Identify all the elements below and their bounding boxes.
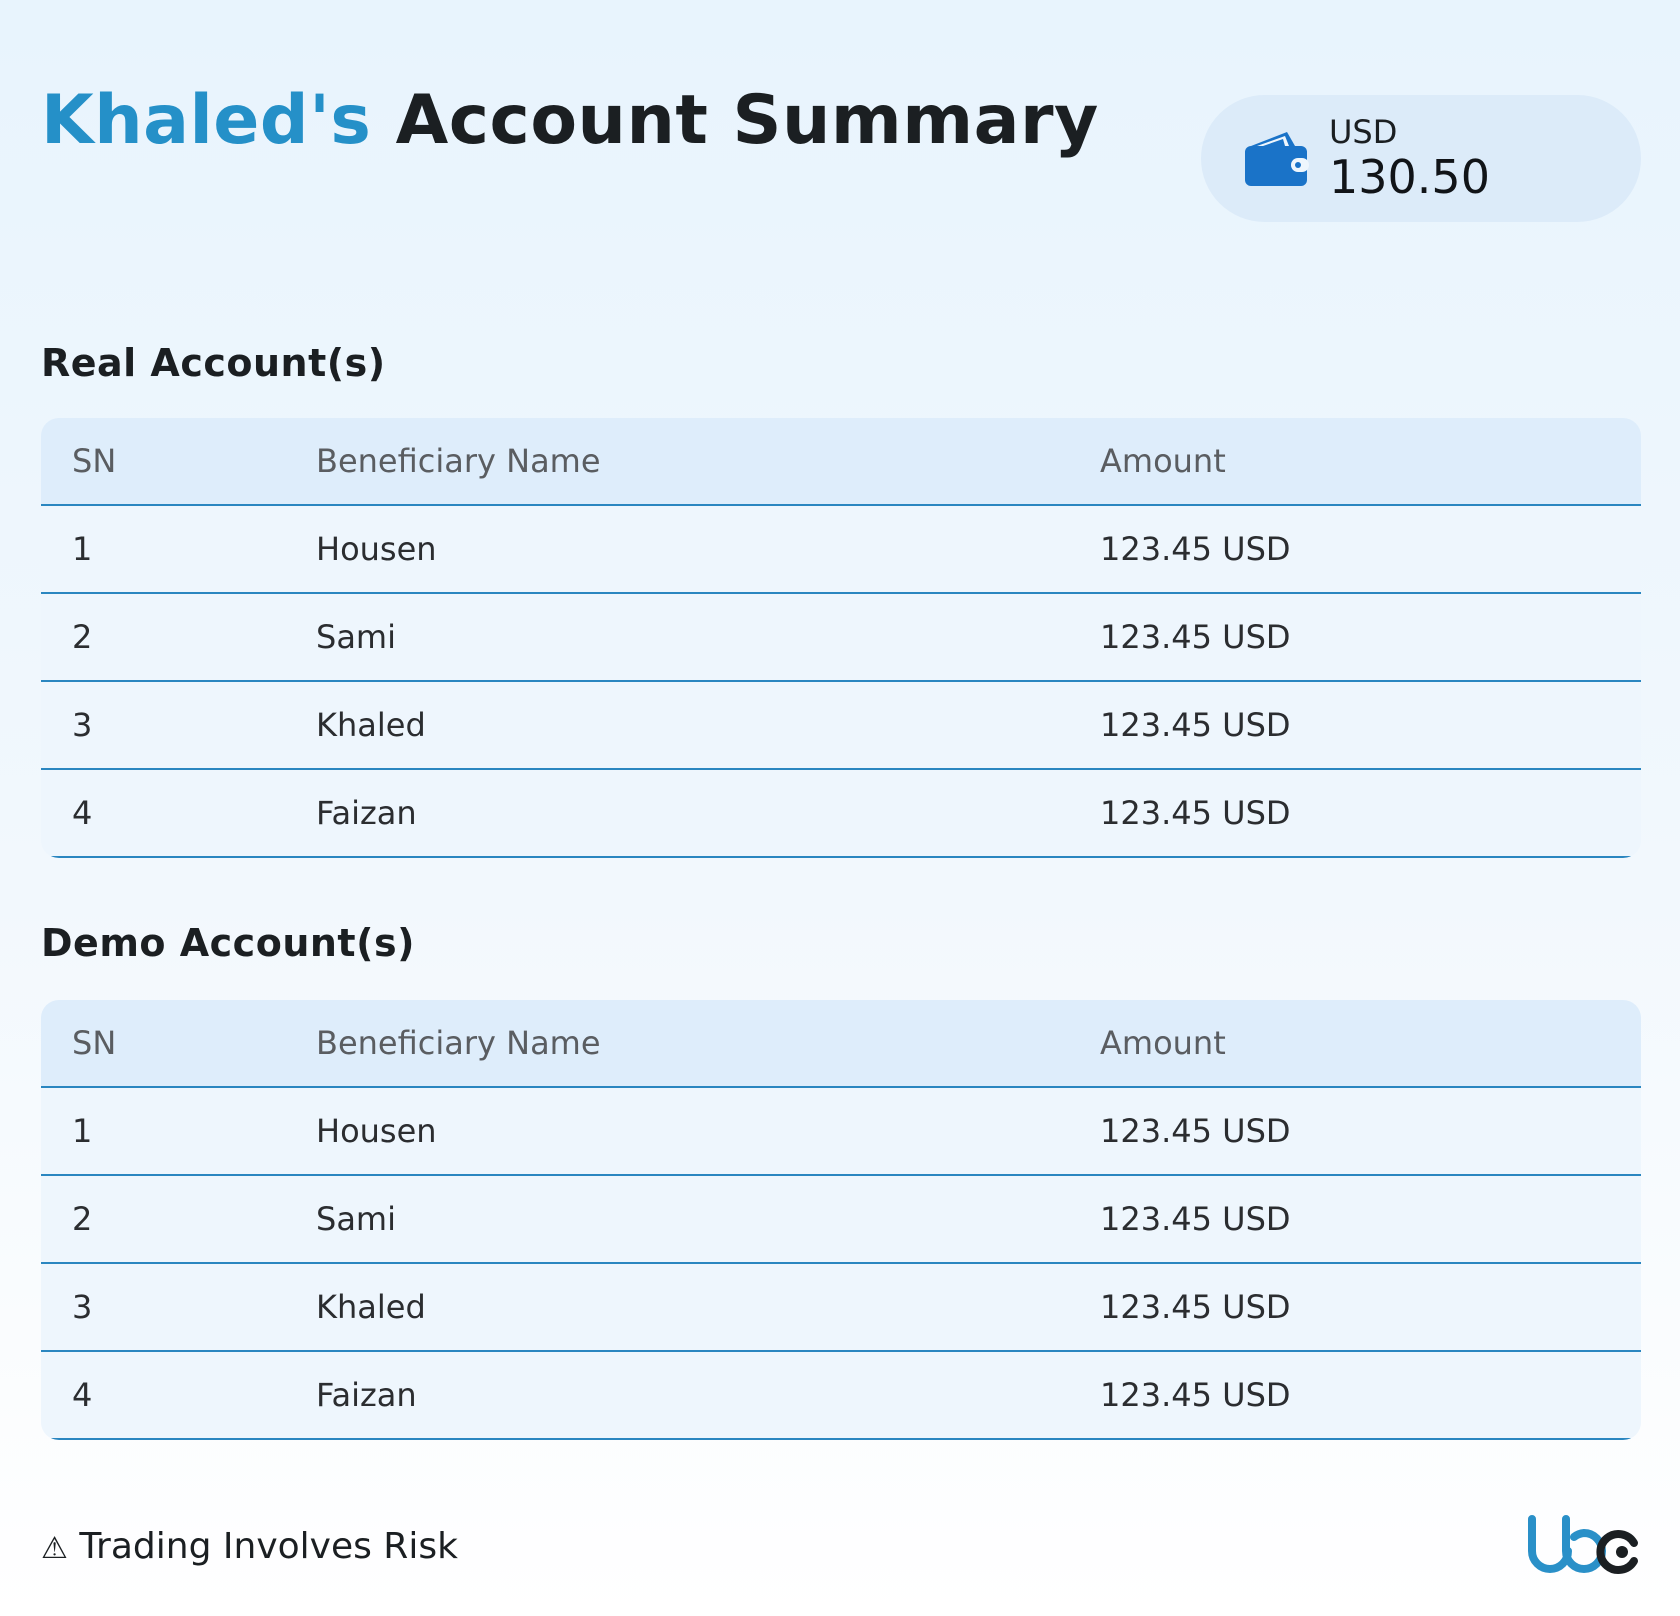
column-header-sn: SN [72,442,117,480]
risk-disclaimer: ⚠ Trading Involves Risk [41,1525,458,1571]
column-header-beneficiary-name: Beneficiary Name [316,442,601,480]
row-sn: 4 [72,1376,93,1414]
row-sn: 1 [72,530,93,568]
column-header-amount: Amount [1100,442,1226,480]
balance-badge: USD 130.50 [1201,95,1641,222]
warning-icon: ⚠ [41,1531,68,1566]
title-text: Account Summary [395,81,1099,160]
row-beneficiary-name: Sami [316,618,396,656]
row-amount: 123.45 USD [1100,706,1291,744]
real-accounts-table: SN Beneficiary Name Amount 1 Housen 123.… [41,418,1641,858]
row-amount: 123.45 USD [1100,530,1291,568]
row-amount: 123.45 USD [1100,1288,1291,1326]
row-sn: 4 [72,794,93,832]
table-header: SN Beneficiary Name Amount [41,418,1641,506]
row-amount: 123.45 USD [1100,1376,1291,1414]
row-sn: 2 [72,1200,93,1238]
table-row: 1 Housen 123.45 USD [41,506,1641,594]
balance-currency: USD [1329,113,1398,151]
row-beneficiary-name: Faizan [316,1376,417,1414]
real-accounts-title: Real Account(s) [41,341,386,385]
row-amount: 123.45 USD [1100,794,1291,832]
risk-disclaimer-text: Trading Involves Risk [79,1526,458,1567]
demo-accounts-title: Demo Account(s) [41,921,415,965]
table-row: 4 Faizan 123.45 USD [41,1352,1641,1440]
account-summary-page: Khaled's Account Summary USD 130.50 Real… [41,0,1641,1616]
table-row: 3 Khaled 123.45 USD [41,1264,1641,1352]
column-header-beneficiary-name: Beneficiary Name [316,1024,601,1062]
row-beneficiary-name: Faizan [316,794,417,832]
row-beneficiary-name: Housen [316,1112,437,1150]
table-row: 1 Housen 123.45 USD [41,1088,1641,1176]
balance-amount: 130.50 [1329,150,1490,204]
row-sn: 2 [72,618,93,656]
row-amount: 123.45 USD [1100,1200,1291,1238]
table-row: 2 Sami 123.45 USD [41,594,1641,682]
column-header-amount: Amount [1100,1024,1226,1062]
row-amount: 123.45 USD [1100,618,1291,656]
company-logo [1528,1515,1638,1574]
row-sn: 3 [72,706,93,744]
row-beneficiary-name: Housen [316,530,437,568]
row-beneficiary-name: Khaled [316,1288,426,1326]
row-beneficiary-name: Khaled [316,706,426,744]
table-header: SN Beneficiary Name Amount [41,1000,1641,1088]
row-sn: 3 [72,1288,93,1326]
table-row: 2 Sami 123.45 USD [41,1176,1641,1264]
row-beneficiary-name: Sami [316,1200,396,1238]
title-owner-name: Khaled's [41,81,372,160]
table-row: 4 Faizan 123.45 USD [41,770,1641,858]
table-row: 3 Khaled 123.45 USD [41,682,1641,770]
demo-accounts-table: SN Beneficiary Name Amount 1 Housen 123.… [41,1000,1641,1440]
row-amount: 123.45 USD [1100,1112,1291,1150]
page-title: Khaled's Account Summary [41,82,1099,159]
wallet-icon [1245,132,1309,186]
row-sn: 1 [72,1112,93,1150]
column-header-sn: SN [72,1024,117,1062]
